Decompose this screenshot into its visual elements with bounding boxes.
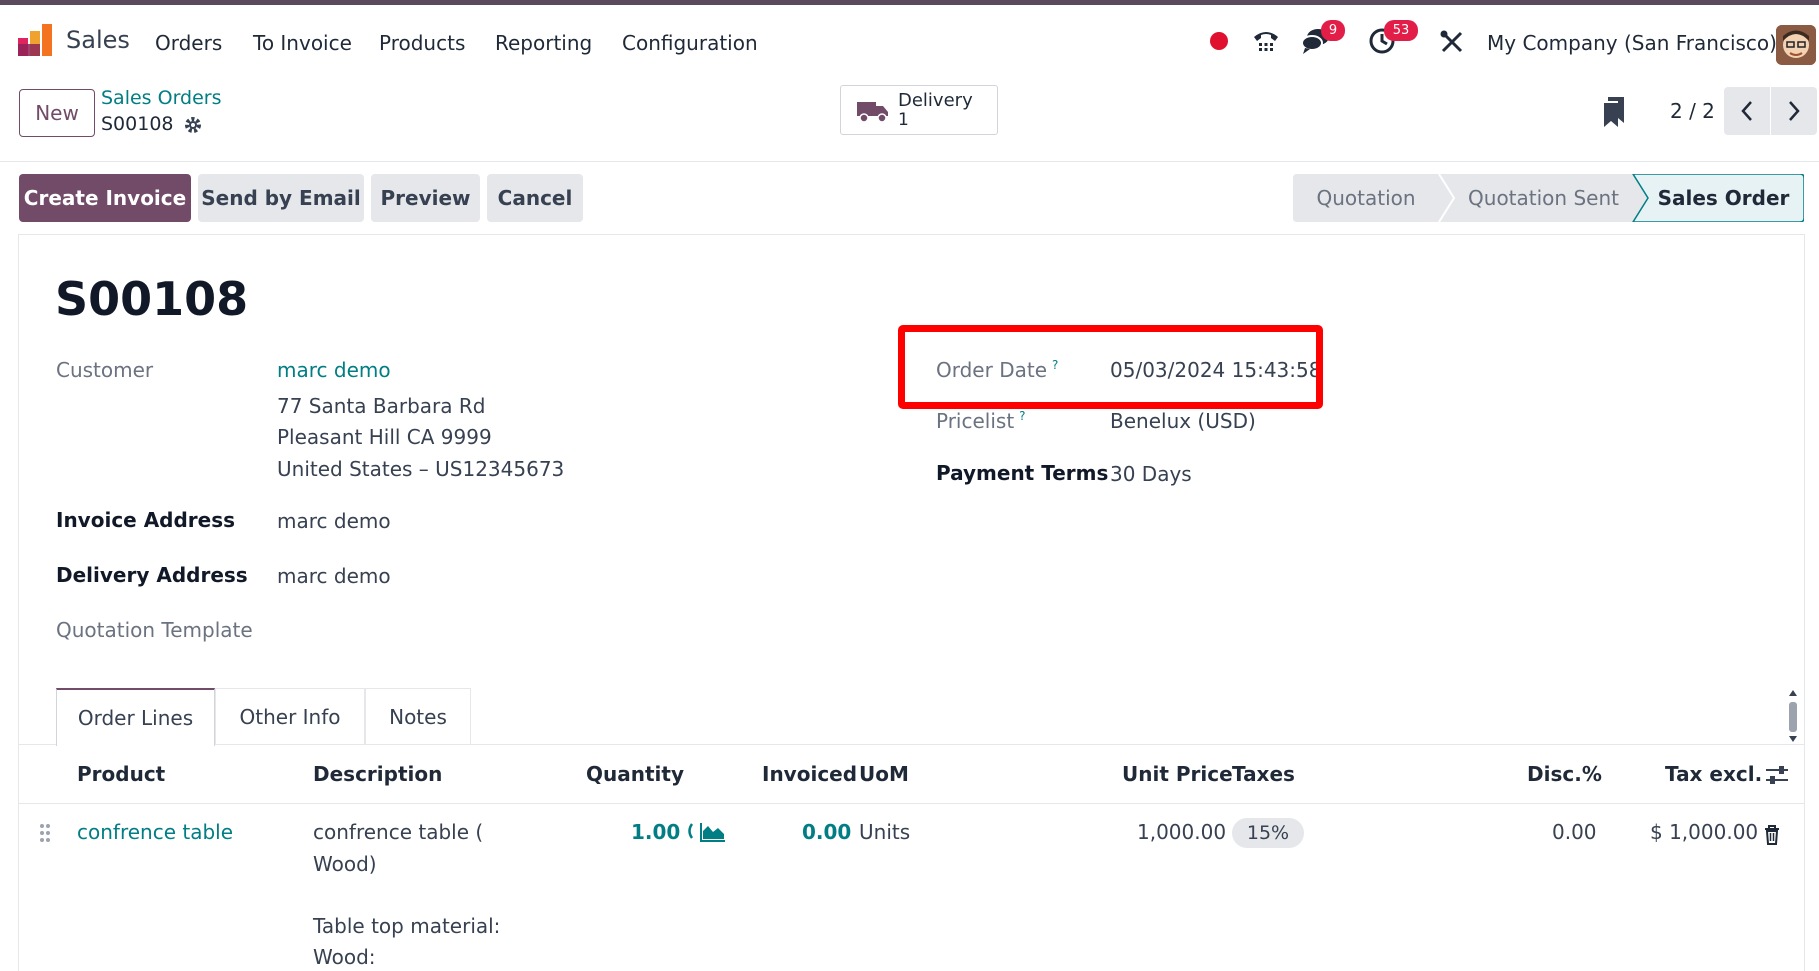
line-quantity[interactable]: 1.00 [631,820,680,844]
column-invoiced[interactable]: Invoiced [762,762,857,786]
control-panel: New Sales Orders S00108 Delivery 1 2 / 2 [0,77,1819,162]
line-discount[interactable]: 0.00 [1552,820,1597,844]
line-uom[interactable]: Units [859,820,910,844]
stage-quotation[interactable]: Quotation [1293,174,1439,222]
optional-columns-icon[interactable] [1765,764,1789,786]
stage-quotation-sent[interactable]: Quotation Sent [1450,174,1637,222]
activity-count-badge: 53 [1384,20,1418,41]
column-description[interactable]: Description [313,762,442,786]
quotation-template-label: Quotation Template [56,618,253,642]
delivery-label: Delivery [898,90,973,111]
company-switcher[interactable]: My Company (San Francisco) [1487,31,1777,55]
menu-reporting[interactable]: Reporting [495,31,592,55]
recording-dot-icon[interactable] [1210,32,1228,50]
pager-previous-button[interactable] [1724,87,1770,135]
column-unit-price[interactable]: Unit Price [1122,762,1233,786]
phone-icon[interactable] [1252,27,1280,55]
scrollbar[interactable] [1787,688,1799,744]
delivery-count: 1 [898,110,909,130]
breadcrumb-sales-orders[interactable]: Sales Orders [101,87,222,109]
line-subtotal: $ 1,000.00 [1650,820,1759,844]
delivery-address-field[interactable]: marc demo [277,564,391,588]
breadcrumb-record: S00108 [101,113,174,135]
chevron-right-icon [1789,101,1800,121]
sales-app-icon[interactable] [18,24,52,56]
chat-count-badge: 9 [1321,20,1345,41]
column-discount[interactable]: Disc.% [1527,762,1602,786]
main-navbar: Sales Orders To Invoice Products Reporti… [0,5,1819,77]
line-description-2[interactable]: Wood) [313,852,377,876]
column-product[interactable]: Product [77,762,165,786]
line-tax-badge[interactable]: 15% [1232,818,1304,848]
payment-terms-label: Payment Terms [936,461,1109,485]
table-header-divider [18,803,1805,804]
pricelist-label: Pricelist? [936,409,1026,433]
payment-terms-field[interactable]: 30 Days [1110,462,1192,486]
column-uom[interactable]: UoM [859,762,909,786]
debug-tools-icon[interactable] [1440,30,1464,54]
order-date-highlight-box [898,325,1323,409]
create-invoice-button[interactable]: Create Invoice [19,174,191,222]
pager-next-button[interactable] [1771,87,1817,135]
delivery-smart-button[interactable]: Delivery 1 [840,85,998,135]
record-title: S00108 [55,272,249,326]
customer-link[interactable]: marc demo [277,358,391,382]
truck-icon [857,102,888,123]
line-product[interactable]: confrence table [77,820,233,844]
area-chart-icon[interactable] [700,822,726,842]
chevron-left-icon [1741,101,1752,121]
menu-products[interactable]: Products [379,31,465,55]
status-bar: Quotation Quotation Sent Sales Order [1293,174,1804,222]
address-line-2: Pleasant Hill CA 9999 [277,425,492,449]
invoice-address-label: Invoice Address [56,508,236,532]
gear-icon[interactable] [183,115,203,135]
line-description-1[interactable]: confrence table ( [313,820,483,844]
column-taxes[interactable]: Taxes [1232,762,1295,786]
pricelist-field[interactable]: Benelux (USD) [1110,409,1256,433]
line-invoiced: 0.00 [802,820,852,844]
bookmark-icon[interactable] [1604,97,1624,127]
tab-order-lines[interactable]: Order Lines [56,688,215,746]
tab-other-info[interactable]: Other Info [215,688,365,745]
customer-label: Customer [56,358,154,382]
line-description-4[interactable]: Wood: [313,945,376,969]
column-quantity[interactable]: Quantity [586,762,684,786]
preview-button[interactable]: Preview [371,174,480,222]
tab-notes[interactable]: Notes [365,688,471,745]
address-line-1: 77 Santa Barbara Rd [277,394,486,418]
menu-configuration[interactable]: Configuration [622,31,758,55]
line-description-3[interactable]: Table top material: [313,914,500,938]
cancel-button[interactable]: Cancel [487,174,583,222]
drag-handle-icon[interactable] [39,823,51,843]
new-button[interactable]: New [19,89,95,137]
pricelist-label-text: Pricelist [936,409,1015,433]
delivery-address-label: Delivery Address [56,563,248,587]
menu-to-invoice[interactable]: To Invoice [253,31,352,55]
tab-divider [18,744,1805,745]
app-name[interactable]: Sales [66,26,130,54]
address-line-3: United States – US12345673 [277,457,565,481]
user-avatar[interactable] [1776,25,1816,65]
menu-orders[interactable]: Orders [155,31,222,55]
line-unit-price[interactable]: 1,000.00 [1137,820,1226,844]
help-icon[interactable]: ? [1019,409,1025,423]
column-tax-excl[interactable]: Tax excl. [1665,762,1762,786]
forecast-indicator-icon[interactable] [687,822,693,840]
stage-sales-order[interactable]: Sales Order [1643,174,1804,222]
invoice-address-field[interactable]: marc demo [277,509,391,533]
send-by-email-button[interactable]: Send by Email [198,174,364,222]
trash-icon[interactable] [1764,825,1780,845]
pager-value[interactable]: 2 / 2 [1670,99,1715,123]
